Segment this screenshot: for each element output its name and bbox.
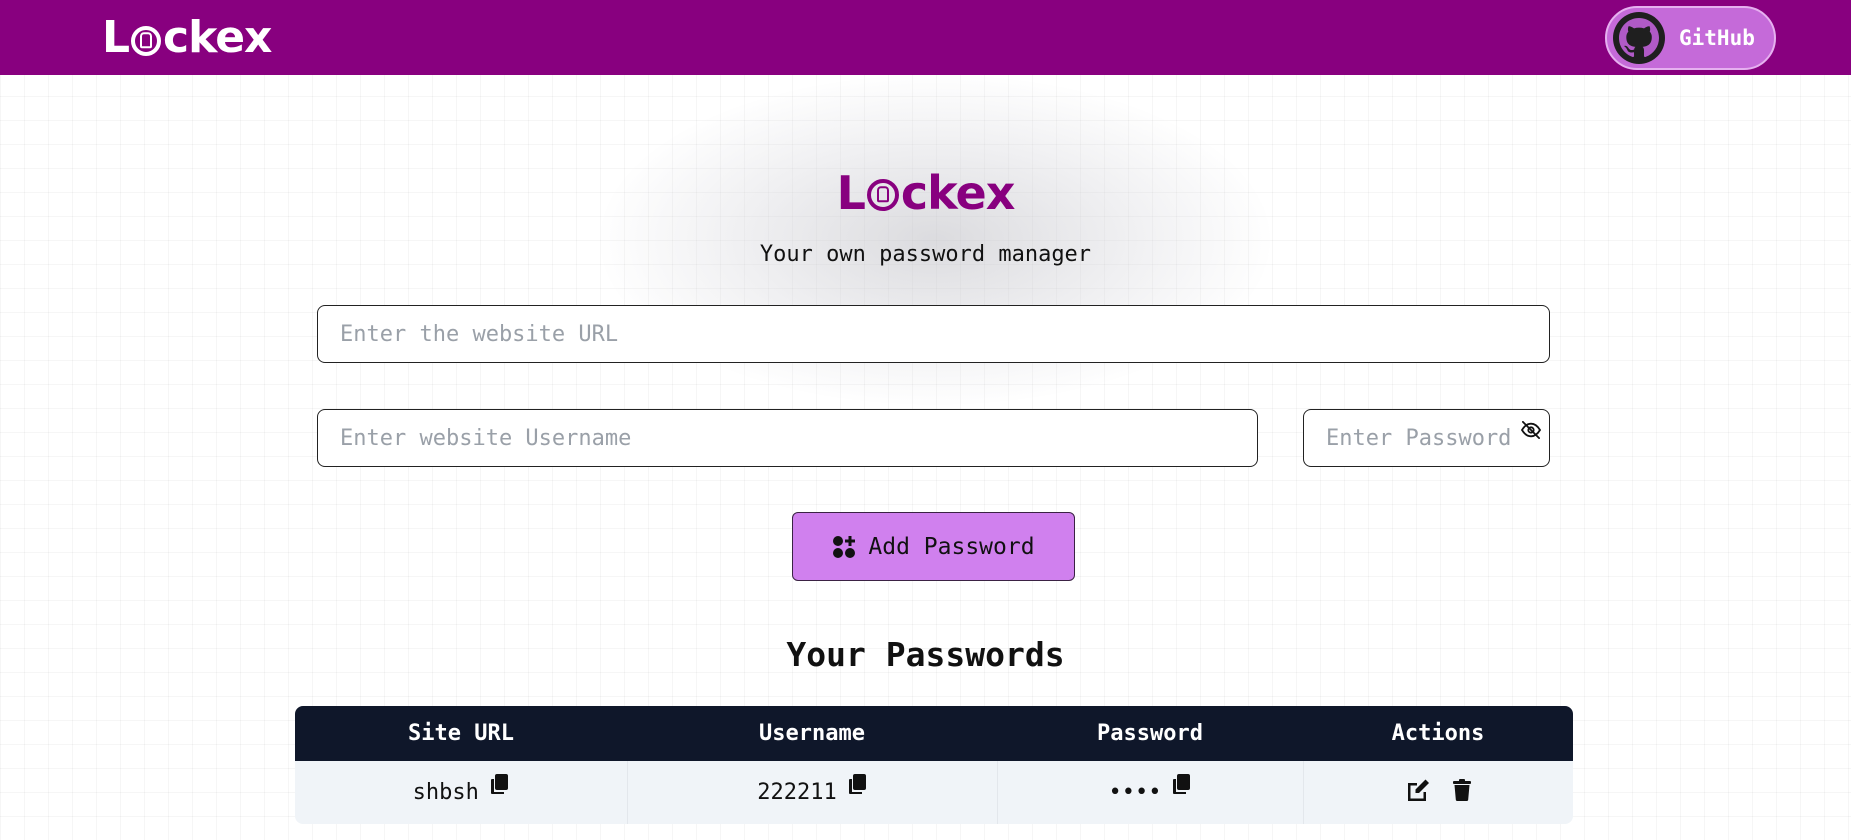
add-password-icon <box>833 535 856 558</box>
lock-icon <box>131 25 162 56</box>
password-input[interactable] <box>1303 409 1550 467</box>
passwords-section-title: Your Passwords <box>786 635 1065 674</box>
github-button[interactable]: GitHub <box>1605 5 1776 70</box>
title-suffix: ckex <box>900 166 1015 220</box>
site-value[interactable]: shbsh <box>413 780 479 805</box>
add-password-label: Add Password <box>868 533 1035 560</box>
copy-icon[interactable] <box>489 774 509 796</box>
delete-icon[interactable] <box>1453 778 1472 801</box>
brand-logo[interactable]: L ckex <box>102 12 272 63</box>
github-label: GitHub <box>1679 25 1755 50</box>
add-password-button[interactable]: Add Password <box>792 512 1075 581</box>
password-value[interactable]: •••• <box>1109 780 1162 805</box>
page-title: L ckex <box>0 166 1851 220</box>
table-header-row: Site URL Username Password Actions <box>295 706 1573 761</box>
brand-prefix: L <box>102 12 130 63</box>
column-header-password: Password <box>1097 721 1203 746</box>
column-header-actions: Actions <box>1391 721 1485 746</box>
username-value[interactable]: 222211 <box>757 780 836 805</box>
column-header-username: Username <box>759 721 865 746</box>
actions-cell <box>1303 761 1573 824</box>
website-url-input[interactable] <box>317 305 1550 363</box>
password-field <box>1303 409 1550 467</box>
eye-slash-icon[interactable] <box>1520 421 1542 439</box>
page-subtitle: Your own password manager <box>759 242 1092 267</box>
password-cell: •••• <box>997 761 1304 824</box>
username-cell: 222211 <box>627 761 998 824</box>
navbar: L ckex GitHub <box>0 0 1851 75</box>
edit-icon[interactable] <box>1405 778 1431 802</box>
copy-icon[interactable] <box>847 774 867 796</box>
copy-icon[interactable] <box>1171 774 1191 796</box>
column-header-site-url: Site URL <box>408 721 514 746</box>
username-input[interactable] <box>317 409 1258 467</box>
title-prefix: L <box>836 166 866 220</box>
passwords-table: Site URL Username Password Actions shbsh <box>295 706 1573 824</box>
site-cell: shbsh <box>295 761 628 824</box>
lock-icon <box>866 179 899 211</box>
brand-suffix: ckex <box>163 12 272 63</box>
github-icon <box>1613 11 1665 64</box>
table-row: shbsh 222211 •••• <box>295 761 1573 824</box>
